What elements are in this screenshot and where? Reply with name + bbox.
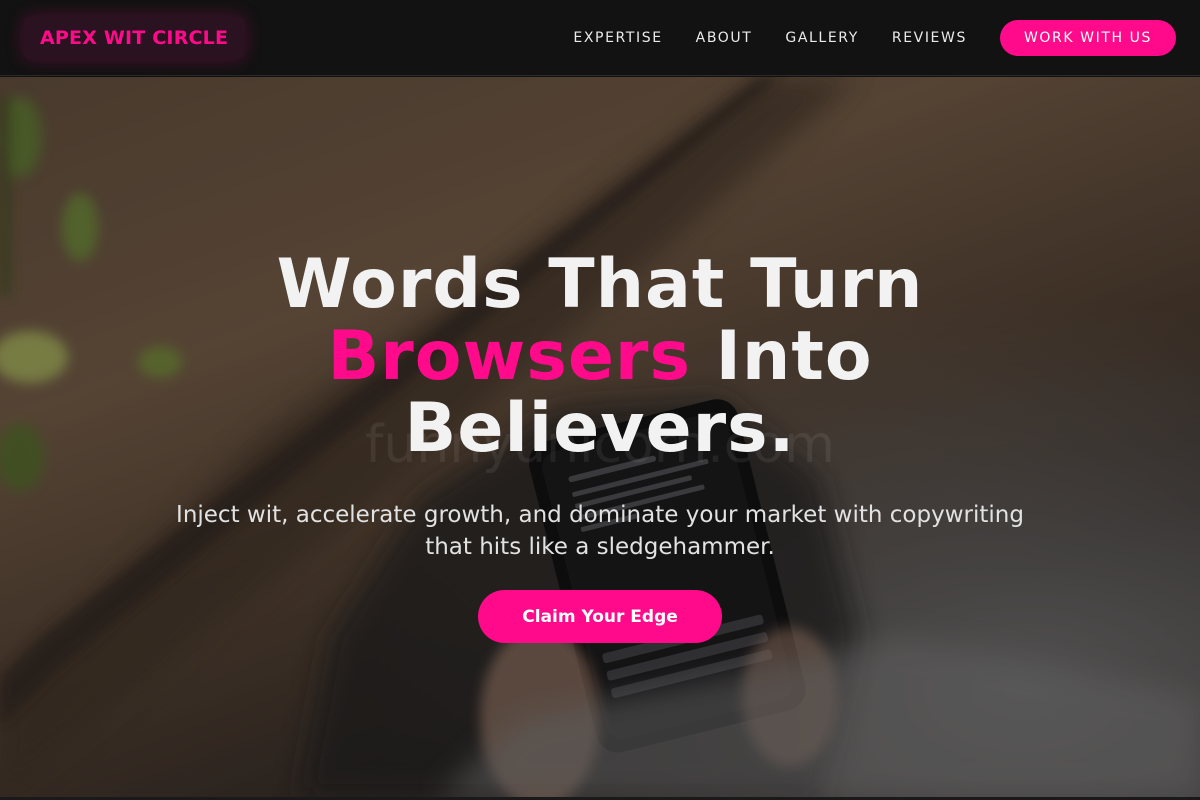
hero-subtitle: Inject wit, accelerate growth, and domin… (176, 502, 1024, 560)
nav-link-gallery[interactable]: GALLERY (785, 30, 858, 46)
nav-link-expertise[interactable]: EXPERTISE (573, 30, 662, 46)
hero-content: Words That Turn Browsers Into Believers.… (0, 249, 1200, 643)
brand-logo[interactable]: APEX WIT CIRCLE (24, 16, 245, 59)
headline-line-2-rest: Into (690, 317, 873, 396)
claim-your-edge-button[interactable]: Claim Your Edge (478, 590, 722, 643)
hero-headline: Words That Turn Browsers Into Believers. (0, 249, 1200, 465)
headline-line-3: Believers. (404, 389, 796, 468)
top-navbar: APEX WIT CIRCLE EXPERTISE ABOUT GALLERY … (0, 0, 1200, 76)
nav-link-about[interactable]: ABOUT (696, 30, 753, 46)
hero-section: funnyunicorn.com Words That Turn Browser… (0, 77, 1200, 797)
headline-accent-word: Browsers (327, 317, 691, 396)
headline-line-1: Words That Turn (276, 245, 924, 324)
main-navigation: EXPERTISE ABOUT GALLERY REVIEWS WORK WIT… (540, 19, 1176, 56)
work-with-us-button[interactable]: WORK WITH US (999, 19, 1176, 56)
nav-link-reviews[interactable]: REVIEWS (892, 30, 967, 46)
